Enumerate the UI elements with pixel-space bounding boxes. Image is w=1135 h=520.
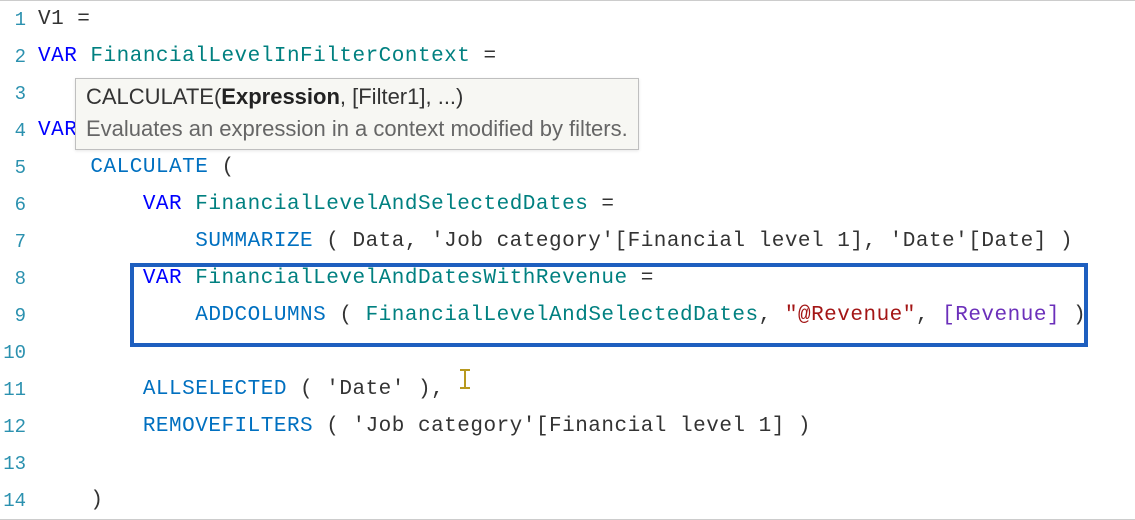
keyword-var: VAR — [38, 45, 77, 68]
line-number: 6 — [0, 194, 32, 216]
tooltip-func: CALCULATE — [86, 84, 214, 109]
function-name: REMOVEFILTERS — [143, 415, 313, 438]
dax-editor[interactable]: 1 V1 = 2 VAR FinancialLevelInFilterConte… — [0, 0, 1135, 520]
measure-ref: [Revenue] — [942, 304, 1060, 327]
text-cursor-icon — [460, 369, 476, 389]
line-number: 4 — [0, 120, 32, 142]
line-number: 7 — [0, 231, 32, 253]
code-line[interactable]: 11 ALLSELECTED ( 'Date' ), — [0, 371, 1135, 408]
code-line[interactable]: 1 V1 = — [0, 1, 1135, 38]
variable-name: FinancialLevelAndSelectedDates — [195, 193, 588, 216]
line-number: 11 — [0, 379, 32, 401]
string-literal: "@Revenue" — [785, 304, 916, 327]
code-line[interactable]: 5 CALCULATE ( — [0, 149, 1135, 186]
keyword-var: VAR — [38, 119, 77, 142]
code-line[interactable]: 2 VAR FinancialLevelInFilterContext = — [0, 38, 1135, 75]
line-number: 13 — [0, 453, 32, 475]
function-name: ADDCOLUMNS — [195, 304, 326, 327]
line-number: 2 — [0, 46, 32, 68]
keyword-var: VAR — [143, 267, 182, 290]
token: V1 = — [38, 8, 90, 31]
line-number: 14 — [0, 490, 32, 512]
code-line[interactable]: 10 — [0, 334, 1135, 371]
keyword-var: VAR — [143, 193, 182, 216]
intellisense-tooltip: CALCULATE(Expression, [Filter1], ...) Ev… — [75, 78, 639, 150]
variable-name: FinancialLevelInFilterContext — [90, 45, 470, 68]
line-number: 9 — [0, 305, 32, 327]
tooltip-param: Expression — [221, 84, 340, 109]
code-line[interactable]: 8 VAR FinancialLevelAndDatesWithRevenue … — [0, 260, 1135, 297]
variable-name: FinancialLevelAndDatesWithRevenue — [195, 267, 627, 290]
line-number: 12 — [0, 416, 32, 438]
line-number: 3 — [0, 83, 32, 105]
code-line[interactable]: 12 REMOVEFILTERS ( 'Job category'[Financ… — [0, 408, 1135, 445]
line-number: 5 — [0, 157, 32, 179]
variable-ref: FinancialLevelAndSelectedDates — [366, 304, 759, 327]
code-line[interactable]: 14 ) — [0, 482, 1135, 519]
line-number: 1 — [0, 9, 32, 31]
tooltip-desc: Evaluates an expression in a context mod… — [86, 113, 628, 145]
function-name: SUMMARIZE — [195, 230, 313, 253]
code-line[interactable]: 6 VAR FinancialLevelAndSelectedDates = — [0, 186, 1135, 223]
code-line[interactable]: 7 SUMMARIZE ( Data, 'Job category'[Finan… — [0, 223, 1135, 260]
line-number: 10 — [0, 342, 32, 364]
code-line[interactable]: 13 — [0, 445, 1135, 482]
function-name: CALCULATE — [90, 156, 208, 179]
token: ) — [90, 489, 103, 512]
function-name: ALLSELECTED — [143, 378, 287, 401]
line-number: 8 — [0, 268, 32, 290]
code-line[interactable]: 9 ADDCOLUMNS ( FinancialLevelAndSelected… — [0, 297, 1135, 334]
